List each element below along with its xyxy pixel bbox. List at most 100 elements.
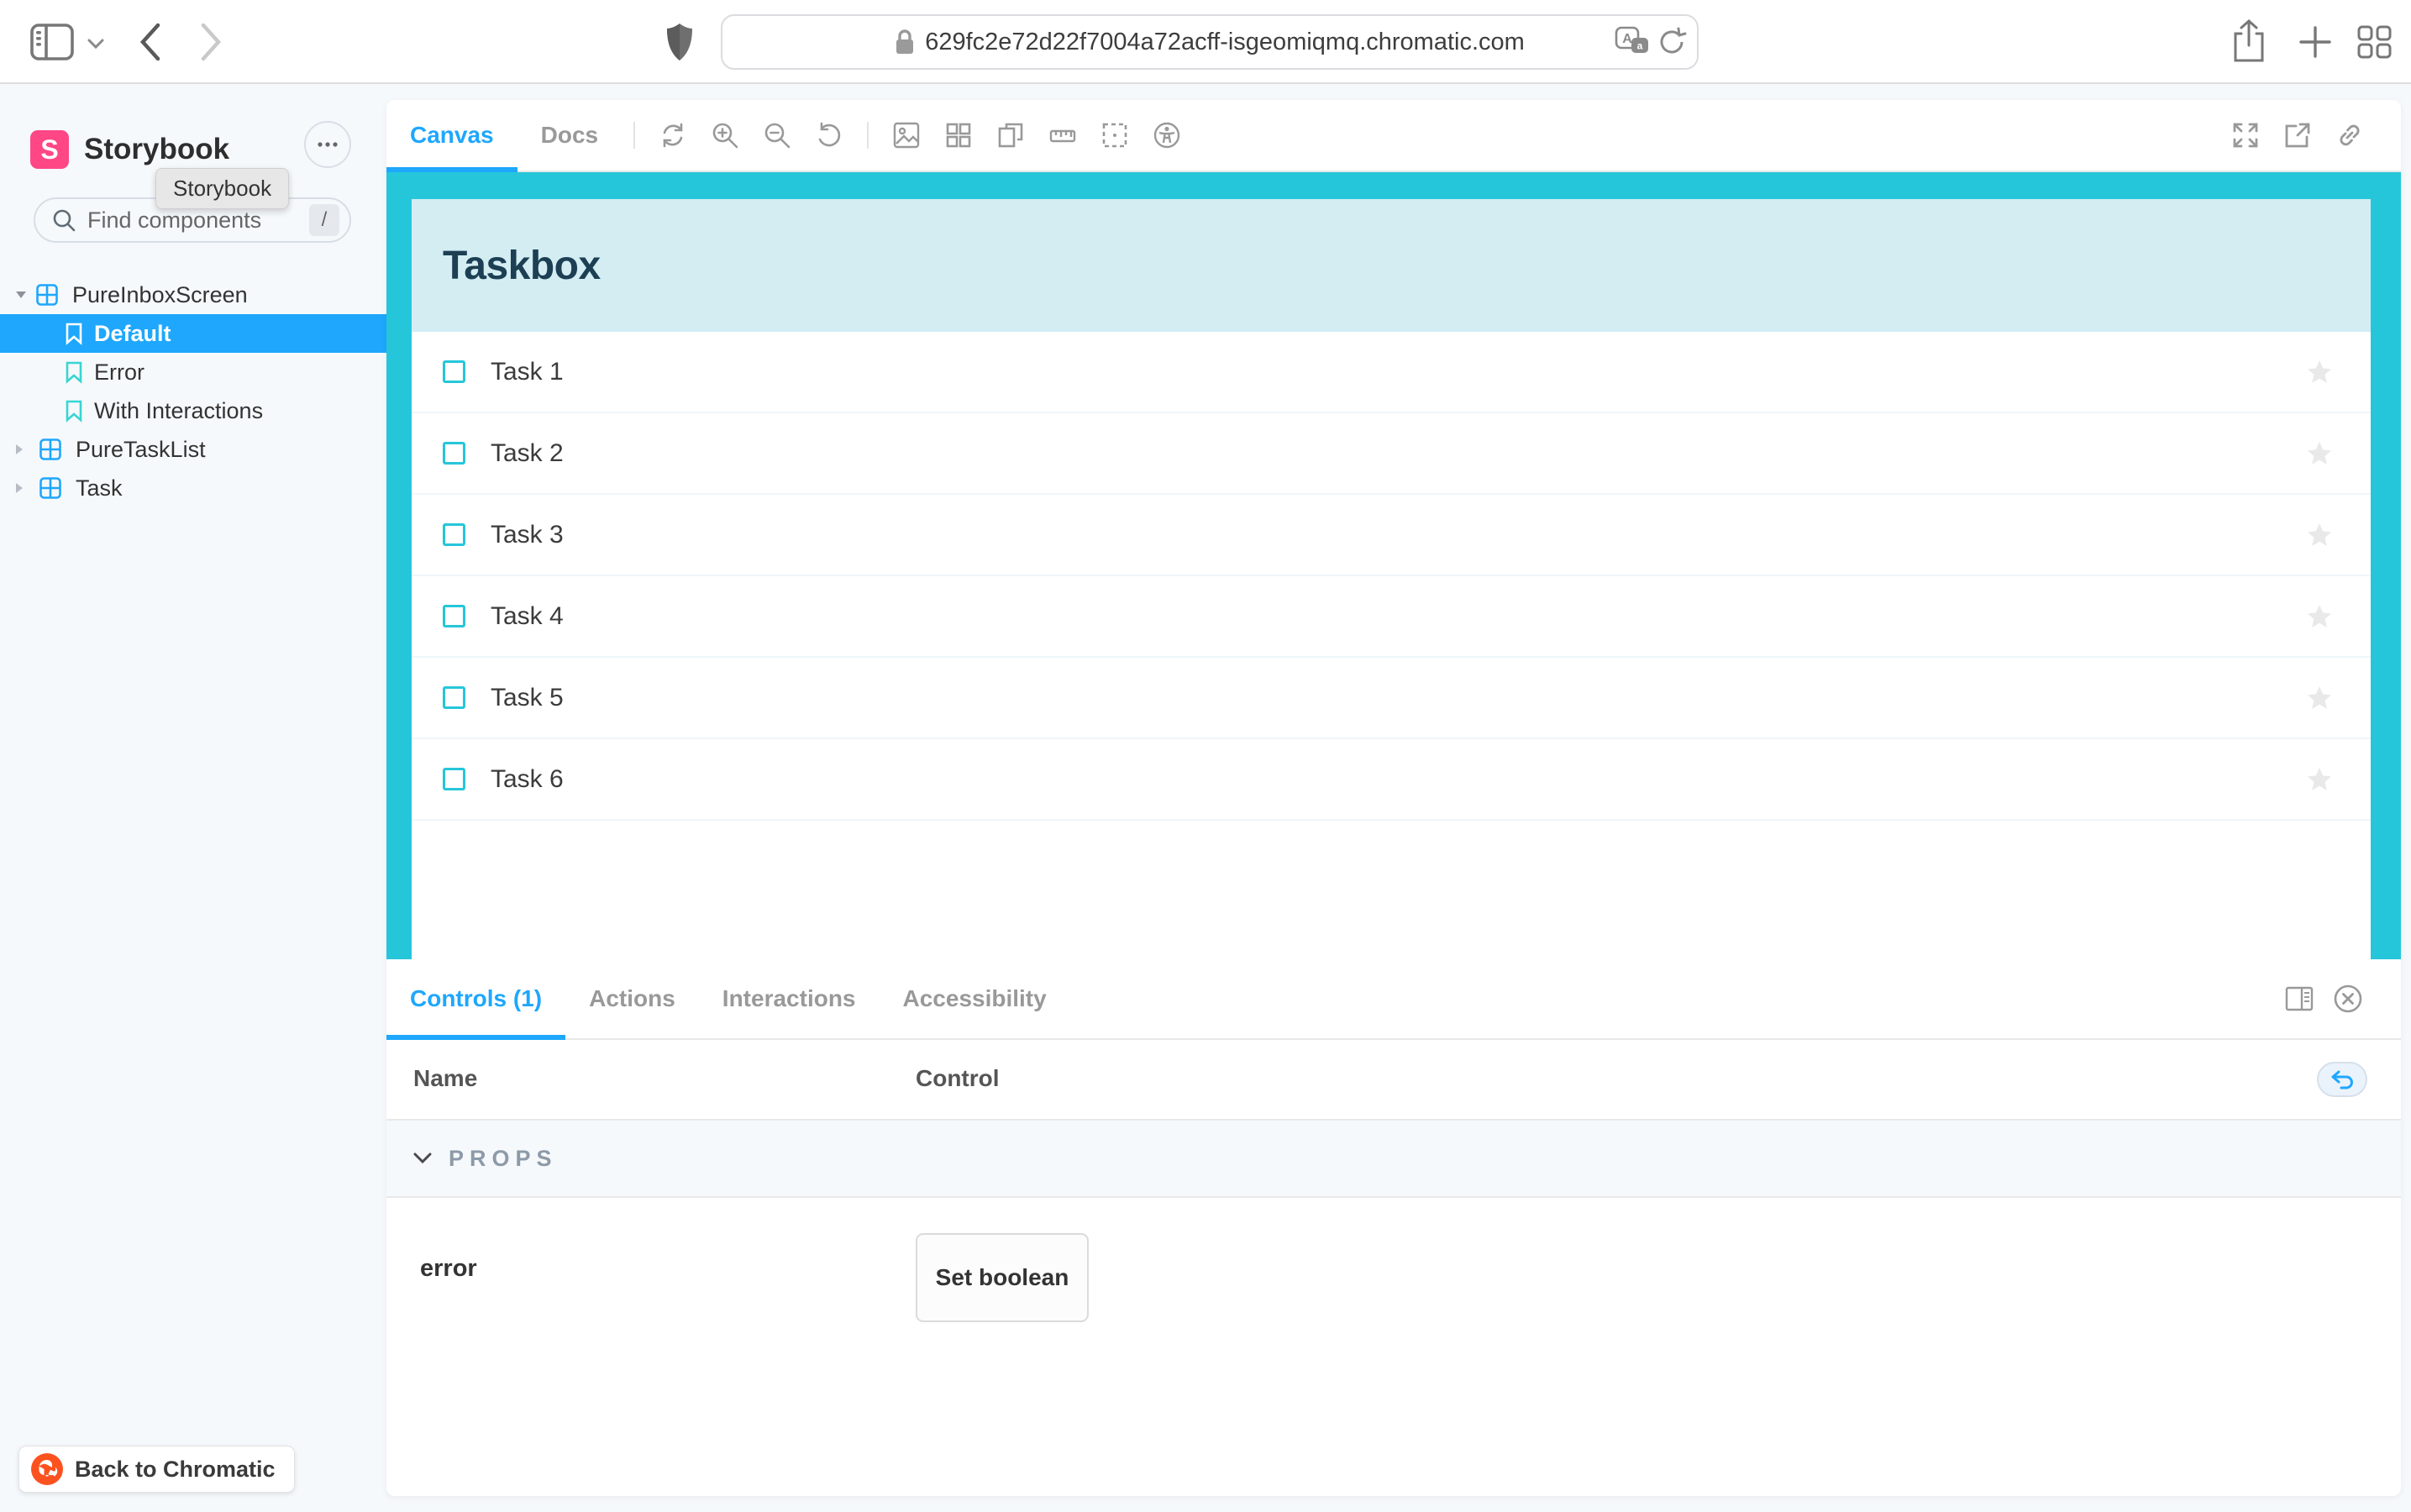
background-icon[interactable] [880,99,932,171]
close-panel-icon[interactable] [2324,958,2372,1039]
bookmark-icon [64,322,84,345]
star-icon[interactable] [2305,765,2334,794]
browser-forward-button[interactable] [198,21,223,63]
viewport-icon[interactable] [985,99,1037,171]
star-icon[interactable] [2305,439,2334,468]
star-icon[interactable] [2305,521,2334,549]
task-label: Task 1 [491,357,564,386]
tree-item-error[interactable]: Error [0,353,386,391]
tab-actions[interactable]: Actions [565,959,699,1038]
url-bar[interactable]: 629fc2e72d22f7004a72acff-isgeomiqmq.chro… [721,14,1699,70]
caret-right-icon[interactable] [15,482,27,494]
zoom-in-icon[interactable] [699,99,751,171]
tree-item-pureinboxscreen[interactable]: PureInboxScreen [0,276,386,314]
storybook-sidebar: S Storybook Storybook Find components / … [0,86,386,1512]
sidebar-menu-button[interactable] [304,121,351,168]
component-icon [35,283,59,307]
browser-back-button[interactable] [138,21,163,63]
browser-sidebar-chevron-down-icon[interactable] [87,39,104,50]
caret-right-icon[interactable] [15,444,27,455]
tab-interactions[interactable]: Interactions [699,959,880,1038]
task-checkbox[interactable] [443,523,465,546]
story-canvas: Taskbox Task 1 Task 2 Task 3 Task 4 Task… [386,172,2401,959]
undo-icon [2331,1070,2353,1089]
star-icon[interactable] [2305,358,2334,386]
component-tree: PureInboxScreen Default Error With Inter… [0,276,386,507]
caret-down-icon[interactable] [15,291,27,299]
tree-item-task[interactable]: Task [0,469,386,507]
privacy-shield-icon[interactable] [665,22,694,62]
grid-icon[interactable] [932,99,985,171]
search-placeholder: Find components [87,207,262,233]
task-checkbox[interactable] [443,360,465,383]
reset-controls-button[interactable] [2317,1062,2367,1097]
search-icon [52,208,76,232]
prop-name: error [420,1255,477,1282]
storybook-tooltip: Storybook [155,168,290,209]
control-row-error: error Set boolean [386,1200,2401,1452]
reset-zoom-icon[interactable] [803,99,855,171]
svg-text:a: a [1637,40,1643,52]
reload-icon[interactable] [1657,16,1687,68]
name-column-header: Name [413,1065,478,1091]
component-icon [39,438,62,461]
chevron-down-icon [413,1152,432,1164]
star-icon[interactable] [2305,602,2334,631]
share-icon[interactable] [2231,18,2267,64]
bookmark-icon [64,399,84,423]
tab-docs[interactable]: Docs [517,100,622,171]
canvas-right-icons [2219,99,2401,171]
new-tab-plus-icon[interactable] [2298,25,2332,59]
back-to-chromatic-button[interactable]: Back to Chromatic [18,1446,295,1493]
tree-item-puretasklist[interactable]: PureTaskList [0,430,386,469]
tree-item-label: Task [76,475,123,501]
task-label: Task 6 [491,764,564,793]
props-section-toggle[interactable]: PROPS [386,1119,2401,1198]
set-boolean-button[interactable]: Set boolean [916,1233,1089,1322]
svg-text:A: A [1622,32,1632,46]
star-icon[interactable] [2305,684,2334,712]
translate-icon[interactable]: Aa [1615,16,1650,68]
tree-item-label: With Interactions [94,397,264,423]
copy-link-icon[interactable] [2324,99,2376,171]
measure-icon[interactable] [1037,99,1089,171]
back-to-chromatic-label: Back to Chromatic [75,1456,276,1482]
open-new-tab-icon[interactable] [2272,99,2324,171]
zoom-out-icon[interactable] [751,99,803,171]
outline-icon[interactable] [1089,99,1141,171]
panel-orientation-icon[interactable] [2275,958,2324,1039]
chromatic-logo-icon [31,1453,63,1485]
lock-icon [895,29,915,55]
tab-controls[interactable]: Controls (1) [386,959,566,1040]
tree-item-default[interactable]: Default [0,314,386,353]
browser-sidebar-toggle-icon[interactable] [30,24,74,60]
addons-panel-tab-bar: Controls (1) Actions Interactions Access… [386,959,2401,1040]
storybook-logo[interactable]: S [30,130,69,169]
control-column-header: Control [916,1065,1000,1091]
brand-title: Storybook [84,133,230,165]
tree-item-with-interactions[interactable]: With Interactions [0,391,386,430]
task-label: Task 3 [491,520,564,549]
task-checkbox[interactable] [443,442,465,465]
panel-right-icons [2275,958,2401,1039]
search-shortcut-key: / [309,204,339,236]
task-row: Task 2 [412,413,2371,495]
taskbox-title: Taskbox [443,243,601,288]
task-checkbox[interactable] [443,605,465,627]
task-row: Task 1 [412,332,2371,413]
fullscreen-icon[interactable] [2219,99,2272,171]
preview-card: Canvas Docs Taskbox Task 1 Task 2 Task 3… [386,100,2401,1496]
tab-overview-icon[interactable] [2357,25,2393,59]
tab-accessibility[interactable]: Accessibility [880,959,1070,1038]
remount-icon[interactable] [647,99,699,171]
accessibility-vision-icon[interactable] [1141,99,1193,171]
canvas-tab-bar: Canvas Docs [386,100,2401,172]
task-checkbox[interactable] [443,686,465,709]
task-checkbox[interactable] [443,768,465,790]
tab-canvas[interactable]: Canvas [386,100,517,172]
ellipsis-icon [318,142,338,147]
screen: 629fc2e72d22f7004a72acff-isgeomiqmq.chro… [0,0,2411,1512]
task-label: Task 2 [491,438,564,467]
taskbox-app: Taskbox Task 1 Task 2 Task 3 Task 4 Task… [412,199,2371,959]
task-row: Task 3 [412,495,2371,576]
